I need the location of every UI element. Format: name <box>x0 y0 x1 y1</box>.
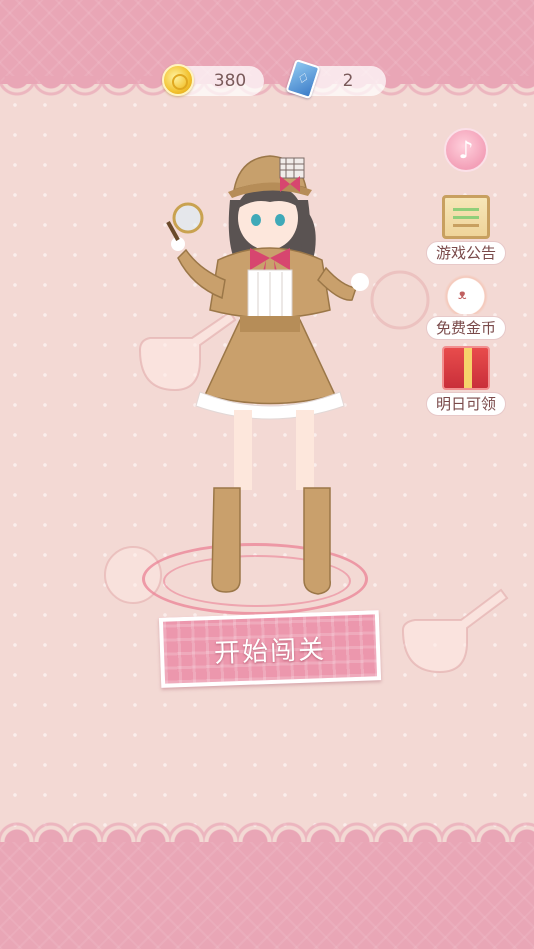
bottom-decorative-band <box>0 842 534 949</box>
free-coins-label: 免费金币 <box>426 316 506 340</box>
coin-count-text: 380 <box>213 71 247 91</box>
daily-gift-button[interactable]: 明日可领 <box>422 346 506 422</box>
game-announcement-label: 游戏公告 <box>426 241 506 265</box>
hint-card-count-text: 2 <box>342 71 354 91</box>
bottom-lace-border <box>0 812 534 846</box>
lucky-cat-icon <box>442 270 490 314</box>
free-coins-button[interactable]: 免费金币 <box>422 270 506 346</box>
music-note-icon: ♪ <box>458 136 474 164</box>
start-level-button[interactable]: 开始闯关 <box>158 610 382 688</box>
top-lace-border <box>0 76 534 110</box>
start-level-label: 开始闯关 <box>213 634 327 669</box>
gift-box-icon <box>442 346 490 390</box>
game-announcement-button[interactable]: 游戏公告 <box>422 195 506 271</box>
coin-icon <box>162 64 194 96</box>
detective-girl-character <box>166 155 369 595</box>
pipe-decoration-icon <box>401 588 509 674</box>
daily-gift-label: 明日可领 <box>426 392 506 416</box>
music-toggle-button[interactable]: ♪ <box>444 128 488 172</box>
notice-board-icon <box>442 195 490 239</box>
top-decorative-band <box>0 0 534 84</box>
